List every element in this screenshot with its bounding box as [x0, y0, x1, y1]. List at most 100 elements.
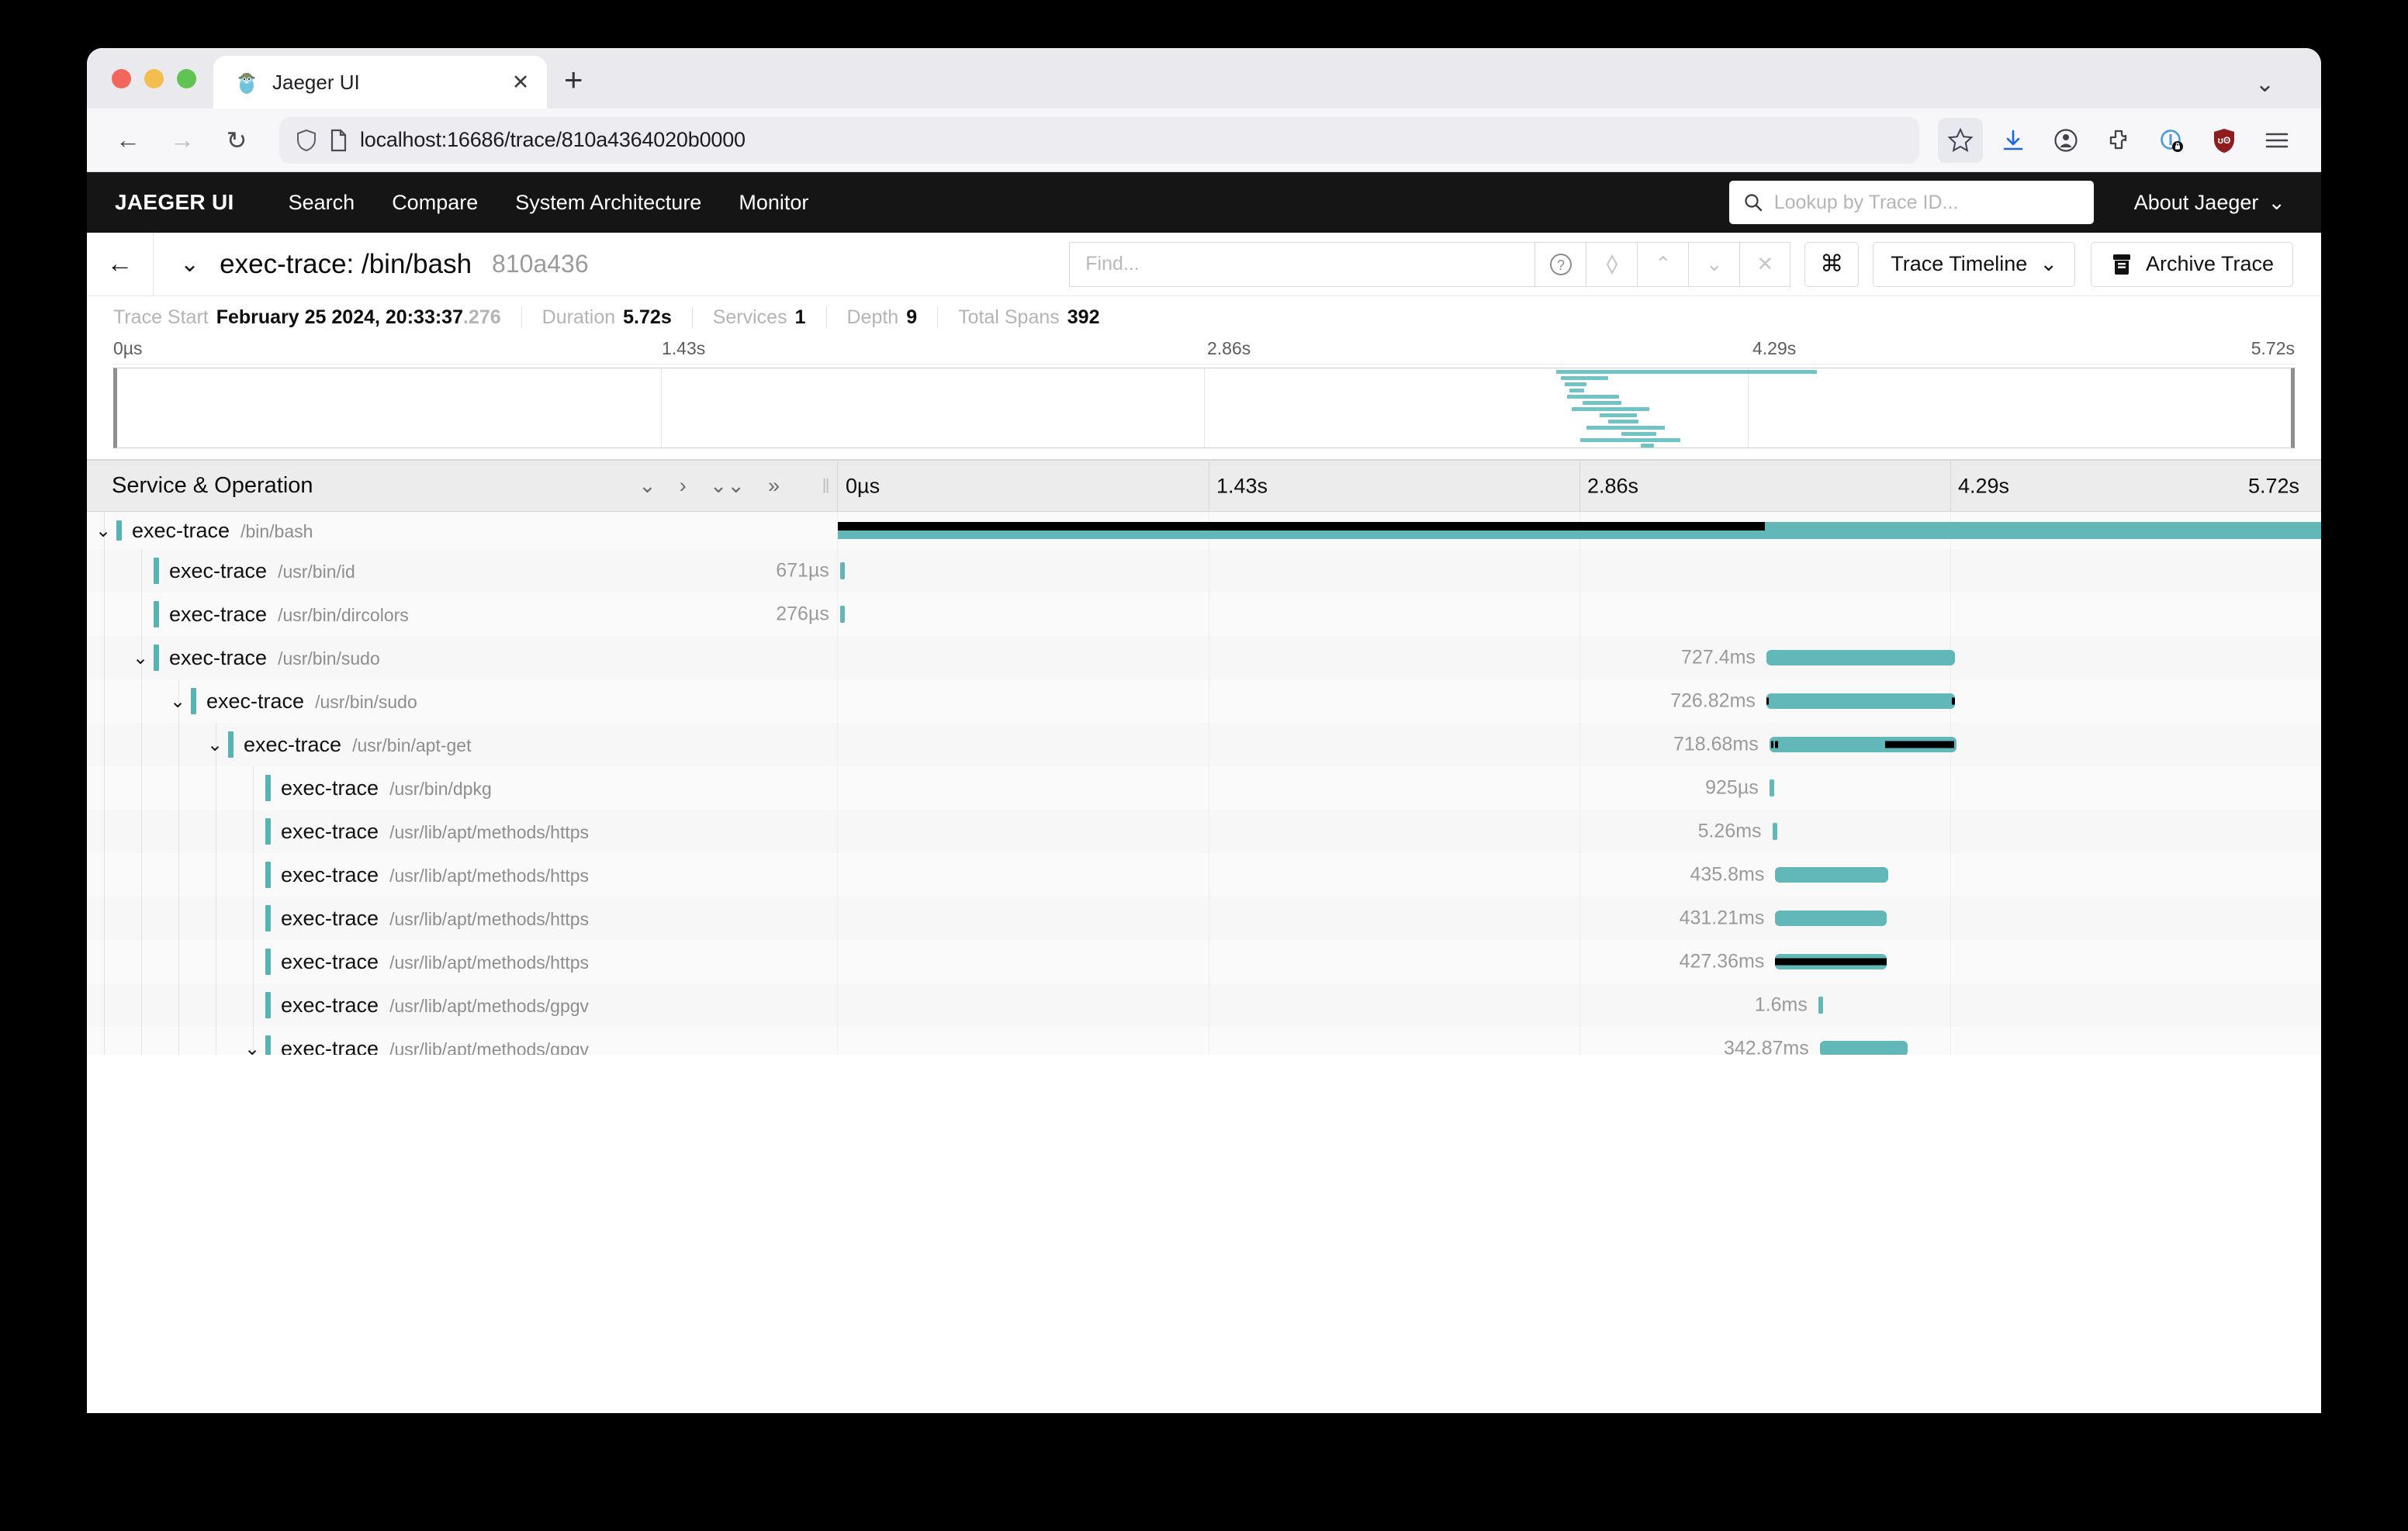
- span-row-timeline-cell[interactable]: 276µs: [838, 593, 2321, 636]
- bookmark-star-icon[interactable]: [1938, 118, 1983, 163]
- span-duration-bar[interactable]: [1818, 997, 1823, 1014]
- extensions-icon[interactable]: [2096, 118, 2141, 163]
- nav-item-search[interactable]: Search: [270, 191, 374, 215]
- archive-trace-button[interactable]: Archive Trace: [2091, 242, 2293, 287]
- span-row-timeline-cell[interactable]: 427.36ms: [838, 940, 2321, 983]
- new-tab-button[interactable]: +: [564, 64, 583, 96]
- span-toggle-caret-icon[interactable]: ⌄: [168, 690, 188, 713]
- tab-list-chevron-icon[interactable]: ⌄: [2255, 71, 2275, 98]
- span-row-label-cell[interactable]: exec-trace/usr/lib/apt/methods/https: [87, 940, 838, 983]
- span-row-timeline-cell[interactable]: 1.6ms: [838, 983, 2321, 1027]
- span-row[interactable]: ⌄exec-trace/usr/lib/apt/methods/gpgv342.…: [87, 1027, 2321, 1055]
- trace-minimap[interactable]: [113, 368, 2295, 448]
- span-row[interactable]: ⌄exec-trace/bin/bash: [87, 512, 2321, 549]
- span-row[interactable]: exec-trace/usr/bin/id671µs: [87, 549, 2321, 593]
- span-row-label-cell[interactable]: exec-trace/usr/lib/apt/methods/https: [87, 853, 838, 897]
- span-row[interactable]: exec-trace/usr/bin/dircolors276µs: [87, 593, 2321, 636]
- span-row-timeline-cell[interactable]: 718.68ms: [838, 723, 2321, 766]
- span-row-label-cell[interactable]: ⌄exec-trace/usr/bin/apt-get: [87, 723, 838, 766]
- close-window-button[interactable]: [112, 69, 131, 88]
- span-row[interactable]: exec-trace/usr/lib/apt/methods/https431.…: [87, 897, 2321, 940]
- nav-item-system-architecture[interactable]: System Architecture: [496, 191, 720, 215]
- span-row-label-cell[interactable]: exec-trace/usr/bin/dpkg: [87, 766, 838, 810]
- span-row-timeline-cell[interactable]: 5.26ms: [838, 810, 2321, 853]
- span-row[interactable]: exec-trace/usr/lib/apt/methods/https5.26…: [87, 810, 2321, 853]
- span-row[interactable]: exec-trace/usr/bin/dpkg925µs: [87, 766, 2321, 810]
- profile-icon[interactable]: [2043, 118, 2088, 163]
- span-duration-bar[interactable]: [840, 606, 845, 623]
- span-duration-bar[interactable]: [1775, 911, 1886, 926]
- span-row-timeline-cell[interactable]: 726.82ms: [838, 679, 2321, 723]
- find-input[interactable]: Find...: [1069, 242, 1534, 287]
- maximize-window-button[interactable]: [177, 69, 196, 88]
- double-chevron-down-icon[interactable]: ⌄⌄: [710, 474, 745, 498]
- browser-tab[interactable]: Jaeger UI ✕: [213, 56, 547, 109]
- double-chevron-right-icon[interactable]: »: [768, 474, 780, 498]
- span-row[interactable]: exec-trace/usr/lib/apt/methods/gpgv1.6ms: [87, 983, 2321, 1027]
- keyboard-shortcuts-button[interactable]: ⌘: [1804, 242, 1859, 287]
- span-row[interactable]: ⌄exec-trace/usr/bin/sudo726.82ms: [87, 679, 2321, 723]
- span-row-timeline-cell[interactable]: [838, 512, 2321, 549]
- span-row-timeline-cell[interactable]: 431.21ms: [838, 897, 2321, 940]
- span-row-label-cell[interactable]: ⌄exec-trace/bin/bash: [87, 512, 838, 549]
- depth-guideline: [253, 766, 254, 810]
- span-duration-bar[interactable]: [1770, 737, 1956, 752]
- span-duration-bar[interactable]: [1770, 779, 1774, 797]
- column-resize-handle[interactable]: ‖: [822, 474, 828, 498]
- back-navigation-icon[interactable]: ←: [104, 116, 152, 164]
- span-duration-bar[interactable]: [1820, 1041, 1908, 1055]
- privacy-lock-icon[interactable]: [2149, 118, 2194, 163]
- shield-icon[interactable]: [296, 129, 317, 152]
- menu-hamburger-icon[interactable]: [2254, 118, 2299, 163]
- chevron-right-icon[interactable]: ›: [680, 474, 687, 498]
- find-help-icon[interactable]: ?: [1534, 242, 1586, 287]
- chevron-down-icon[interactable]: ⌄: [180, 251, 199, 278]
- url-input[interactable]: localhost:16686/trace/810a4364020b0000: [279, 117, 1919, 164]
- download-icon[interactable]: [1991, 118, 2036, 163]
- reload-icon[interactable]: ↻: [213, 116, 261, 164]
- span-duration-bar[interactable]: [1766, 650, 1955, 665]
- span-duration-bar[interactable]: [840, 562, 845, 579]
- span-row-label-cell[interactable]: exec-trace/usr/lib/apt/methods/https: [87, 810, 838, 853]
- timeline-gridline: [1950, 549, 1951, 593]
- chevron-down-icon[interactable]: ⌄: [638, 474, 656, 498]
- span-row[interactable]: exec-trace/usr/lib/apt/methods/https427.…: [87, 940, 2321, 983]
- jaeger-brand-logo[interactable]: JAEGER UI: [115, 190, 234, 215]
- span-row-timeline-cell[interactable]: 342.87ms: [838, 1027, 2321, 1055]
- timeline-gridline: [1579, 940, 1580, 983]
- span-row[interactable]: exec-trace/usr/lib/apt/methods/https435.…: [87, 853, 2321, 897]
- span-row-label-cell[interactable]: exec-trace/usr/bin/id: [87, 549, 838, 593]
- about-jaeger-menu[interactable]: About Jaeger ⌄: [2134, 191, 2285, 215]
- span-list-viewport[interactable]: ⌄exec-trace/bin/bashexec-trace/usr/bin/i…: [87, 512, 2321, 1055]
- span-row[interactable]: ⌄exec-trace/usr/bin/apt-get718.68ms: [87, 723, 2321, 766]
- span-row[interactable]: ⌄exec-trace/usr/bin/sudo727.4ms: [87, 636, 2321, 679]
- span-row-label-cell[interactable]: ⌄exec-trace/usr/bin/sudo: [87, 679, 838, 723]
- span-row-label-cell[interactable]: exec-trace/usr/lib/apt/methods/https: [87, 897, 838, 940]
- span-duration-bar[interactable]: [1766, 693, 1955, 709]
- span-toggle-caret-icon[interactable]: ⌄: [242, 1038, 262, 1056]
- ublock-shield-icon[interactable]: ʊʘ: [2202, 118, 2247, 163]
- back-to-search-button[interactable]: ←: [87, 233, 154, 296]
- span-row-timeline-cell[interactable]: 727.4ms: [838, 636, 2321, 679]
- root-span-bar[interactable]: [838, 522, 2321, 539]
- nav-item-compare[interactable]: Compare: [373, 191, 496, 215]
- span-row-timeline-cell[interactable]: 671µs: [838, 549, 2321, 593]
- span-duration-bar[interactable]: [1775, 867, 1887, 883]
- span-toggle-caret-icon[interactable]: ⌄: [205, 734, 225, 756]
- span-row-label-cell[interactable]: exec-trace/usr/bin/dircolors: [87, 593, 838, 636]
- span-toggle-caret-icon[interactable]: ⌄: [93, 520, 113, 542]
- span-row-timeline-cell[interactable]: 925µs: [838, 766, 2321, 810]
- minimize-window-button[interactable]: [144, 69, 164, 88]
- trace-id-lookup-input[interactable]: Lookup by Trace ID...: [1729, 181, 2094, 224]
- nav-item-monitor[interactable]: Monitor: [720, 191, 827, 215]
- span-row-label-cell[interactable]: ⌄exec-trace/usr/bin/sudo: [87, 636, 838, 679]
- span-row-label-cell[interactable]: exec-trace/usr/lib/apt/methods/gpgv: [87, 983, 838, 1027]
- span-row-timeline-cell[interactable]: 435.8ms: [838, 853, 2321, 897]
- close-tab-icon[interactable]: ✕: [510, 72, 531, 93]
- summary-depth-label: Depth: [847, 306, 899, 329]
- span-toggle-caret-icon[interactable]: ⌄: [130, 647, 150, 669]
- span-duration-bar[interactable]: [1775, 954, 1886, 969]
- span-row-label-cell[interactable]: ⌄exec-trace/usr/lib/apt/methods/gpgv: [87, 1027, 838, 1055]
- view-mode-select[interactable]: Trace Timeline ⌄: [1873, 242, 2075, 287]
- span-duration-bar[interactable]: [1773, 823, 1777, 840]
